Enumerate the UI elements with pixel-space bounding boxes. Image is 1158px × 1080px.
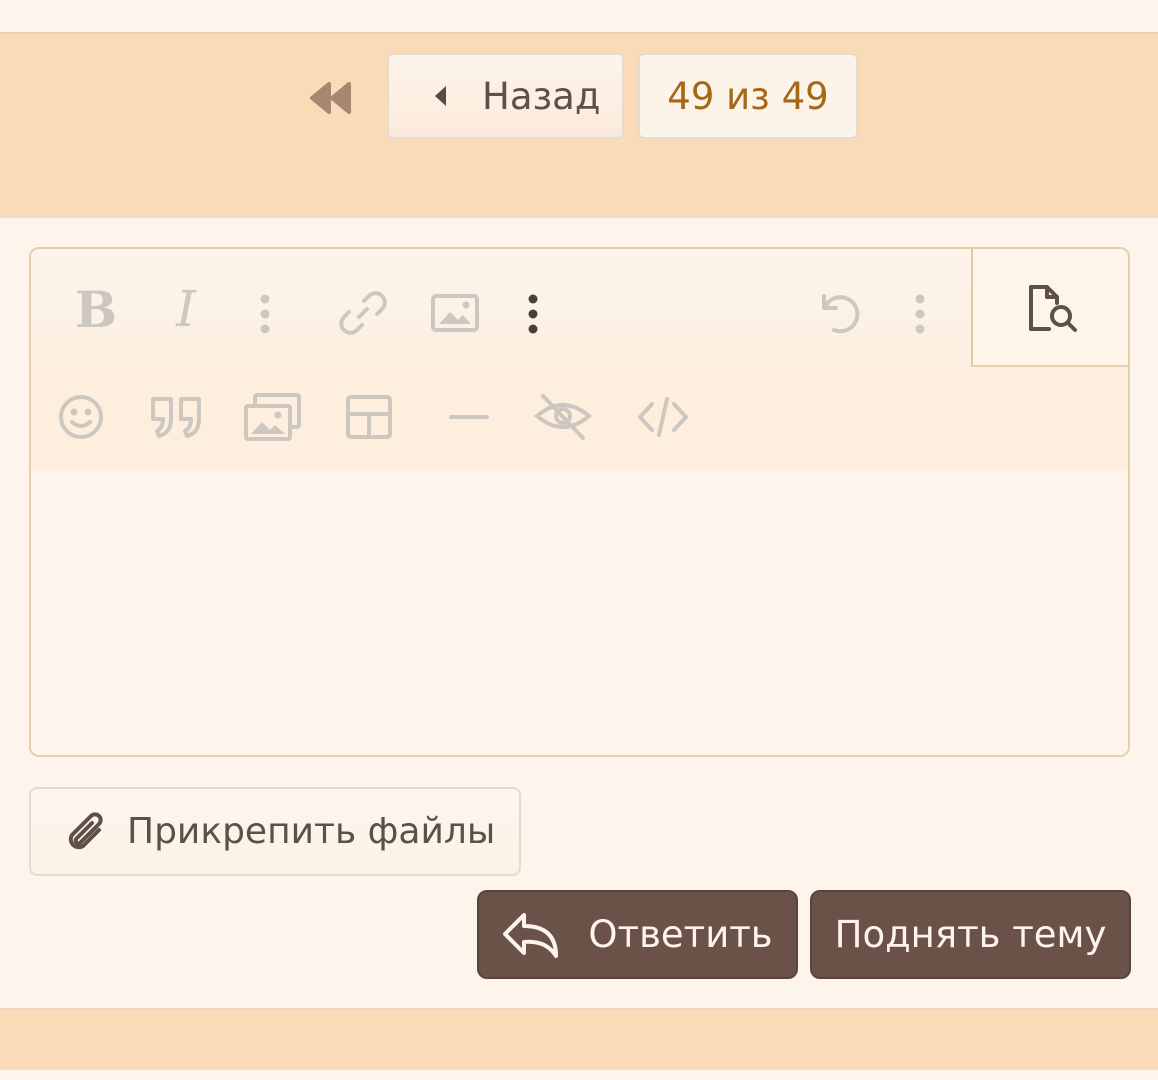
- footer-bar: [0, 1008, 1158, 1070]
- insert-more-button[interactable]: [513, 289, 553, 339]
- hide-icon: [533, 394, 593, 440]
- top-strip: [0, 0, 1158, 34]
- undo-button[interactable]: [811, 285, 867, 341]
- media-gallery-icon: [244, 393, 301, 441]
- caret-left-icon: [435, 86, 446, 106]
- smiley-icon: [59, 395, 103, 439]
- message-textarea[interactable]: [31, 469, 1128, 755]
- media-gallery-button[interactable]: [241, 389, 305, 445]
- bump-thread-label: Поднять тему: [834, 913, 1107, 956]
- reply-icon: [503, 912, 559, 958]
- more-vertical-icon: [528, 294, 538, 334]
- hide-content-button[interactable]: [531, 389, 595, 445]
- horizontal-line-icon: [449, 415, 489, 419]
- message-editor: B I: [29, 247, 1130, 757]
- link-icon: [339, 291, 387, 335]
- more-vertical-icon: [915, 294, 925, 334]
- preview-panel: [971, 249, 1128, 367]
- code-button[interactable]: [631, 389, 695, 445]
- double-chevron-left-icon: [310, 82, 351, 114]
- horizontal-line-button[interactable]: [441, 389, 497, 445]
- italic-icon: I: [176, 280, 196, 338]
- editor-toolbar-row1: B I: [31, 249, 971, 367]
- first-page-button[interactable]: [306, 78, 356, 118]
- bump-thread-button[interactable]: Поднять тему: [810, 890, 1131, 979]
- preview-button[interactable]: [1013, 279, 1093, 339]
- bottom-strip: [0, 1070, 1158, 1080]
- reply-label: Ответить: [588, 913, 773, 956]
- table-button[interactable]: [341, 389, 397, 445]
- image-button[interactable]: [425, 285, 485, 341]
- quote-icon: [151, 397, 201, 438]
- more-vertical-icon: [260, 294, 270, 334]
- undo-more-button[interactable]: [900, 289, 940, 339]
- table-icon: [346, 395, 392, 439]
- undo-icon: [822, 294, 860, 334]
- reply-button[interactable]: Ответить: [477, 890, 798, 979]
- paperclip-icon: [68, 811, 103, 849]
- code-icon: [638, 397, 688, 437]
- attach-files-label: Прикрепить файлы: [127, 811, 496, 852]
- quote-button[interactable]: [147, 389, 207, 445]
- italic-button[interactable]: I: [159, 279, 213, 339]
- bold-button[interactable]: B: [69, 279, 123, 339]
- page-indicator[interactable]: 49 из 49: [638, 53, 858, 139]
- link-button[interactable]: [333, 285, 393, 341]
- prev-page-button[interactable]: Назад: [387, 53, 624, 139]
- attach-files-button[interactable]: Прикрепить файлы: [29, 787, 521, 876]
- text-more-button[interactable]: [245, 289, 285, 339]
- prev-page-label: Назад: [482, 74, 601, 118]
- preview-icon: [1029, 285, 1077, 332]
- smiley-button[interactable]: [53, 389, 109, 445]
- image-icon: [431, 294, 479, 332]
- bold-icon: B: [74, 279, 118, 339]
- editor-toolbar-row2: [31, 367, 1128, 469]
